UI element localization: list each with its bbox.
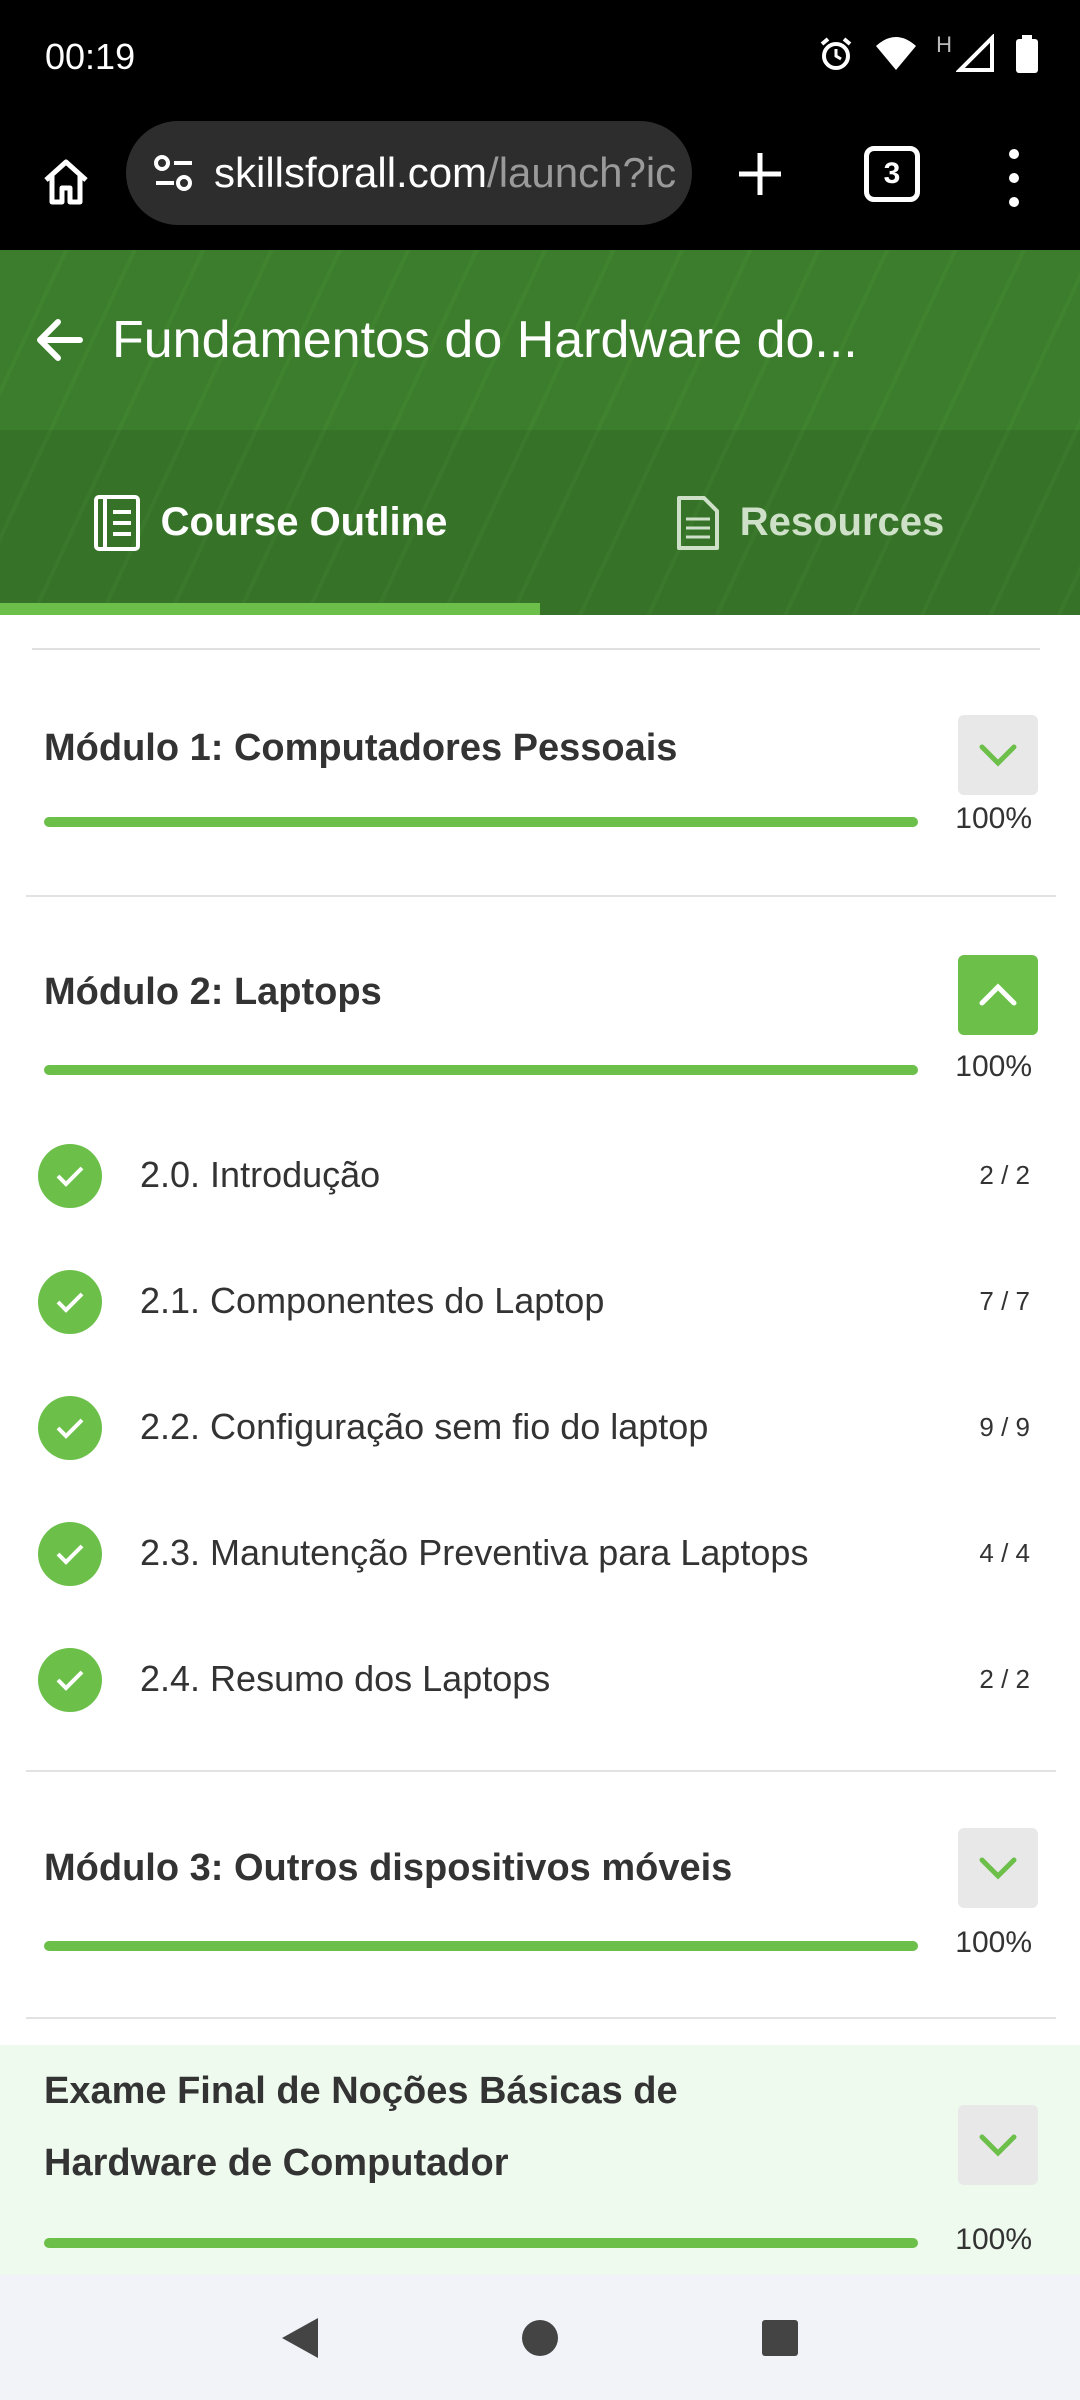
lesson-title: 2.2. Configuração sem fio do laptop <box>140 1406 709 1447</box>
module-title[interactable]: Módulo 1: Computadores Pessoais <box>44 712 677 784</box>
progress-fill <box>44 1941 918 1951</box>
collapse-module-2-button[interactable] <box>958 955 1038 1035</box>
course-header: Fundamentos do Hardware do... Course Out… <box>0 250 1080 615</box>
check-icon <box>38 1270 102 1334</box>
back-button[interactable] <box>30 310 90 370</box>
tab-course-outline[interactable]: Course Outline <box>0 430 540 615</box>
lesson-item[interactable]: 2.4. Resumo dos Laptops 2 / 2 <box>0 1630 1080 1730</box>
check-icon <box>38 1396 102 1460</box>
module-3: Módulo 3: Outros dispositivos móveis 100… <box>0 1800 1080 1990</box>
exam-title-line-1: Exame Final de Noções Básicas de <box>44 2070 678 2112</box>
nav-home-button[interactable] <box>500 2298 580 2378</box>
lesson-count: 9 / 9 <box>979 1412 1030 1442</box>
status-bar: 00:19 H <box>0 0 1080 118</box>
exam-title-line-2: Hardware de Computador <box>44 2142 509 2184</box>
document-icon <box>676 495 719 550</box>
lesson-count: 2 / 2 <box>979 1160 1030 1190</box>
lesson-item[interactable]: 2.2. Configuração sem fio do laptop 9 / … <box>0 1378 1080 1478</box>
tab-switcher-button[interactable]: 3 <box>864 146 920 202</box>
wifi-icon <box>874 34 918 74</box>
expand-module-3-button[interactable] <box>958 1828 1038 1908</box>
progress-percent: 100% <box>955 1926 1032 1959</box>
module-1: Módulo 1: Computadores Pessoais 100% <box>0 675 1080 865</box>
chevron-down-icon <box>979 1857 1017 1880</box>
expand-module-1-button[interactable] <box>958 715 1038 795</box>
course-outline-list[interactable]: Módulo 1: Computadores Pessoais 100% Mód… <box>0 615 1080 2275</box>
module-title[interactable]: Módulo 3: Outros dispositivos móveis <box>44 1832 732 1904</box>
progress-percent: 100% <box>955 802 1032 835</box>
alarm-icon <box>816 34 856 74</box>
triangle-back-icon <box>282 2317 318 2358</box>
divider <box>26 895 1056 897</box>
lesson-count: 4 / 4 <box>979 1538 1030 1568</box>
nav-back-button[interactable] <box>260 2298 340 2378</box>
address-bar[interactable]: skillsforall.com/launch?ic <box>126 121 692 225</box>
dot-icon <box>1009 197 1019 207</box>
nav-recents-button[interactable] <box>740 2298 820 2378</box>
divider <box>26 2017 1056 2019</box>
status-icons: H <box>816 32 1040 74</box>
lesson-title: 2.1. Componentes do Laptop <box>140 1280 605 1321</box>
lesson-item[interactable]: 2.1. Componentes do Laptop 7 / 7 <box>0 1252 1080 1352</box>
home-button[interactable] <box>30 146 102 218</box>
check-icon <box>38 1144 102 1208</box>
lesson-item[interactable]: 2.3. Manutenção Preventiva para Laptops … <box>0 1504 1080 1604</box>
site-settings-icon[interactable] <box>146 145 202 201</box>
system-navigation-bar <box>0 2275 1080 2400</box>
signal-icon <box>956 34 996 74</box>
dot-icon <box>1009 149 1019 159</box>
url-path: /launch?ic <box>487 149 677 196</box>
check-icon <box>38 1648 102 1712</box>
new-tab-button[interactable] <box>724 138 796 210</box>
progress-percent: 100% <box>955 2223 1032 2256</box>
progress-bar <box>44 817 918 827</box>
final-exam-section: Exame Final de Noções Básicas de Hardwar… <box>0 2045 1080 2275</box>
tab-resources[interactable]: Resources <box>540 430 1080 615</box>
lesson-title: 2.3. Manutenção Preventiva para Laptops <box>140 1532 809 1573</box>
tab-bar: Course Outline Resources <box>0 430 1080 615</box>
status-time: 00:19 <box>45 36 136 77</box>
outline-icon <box>93 494 140 551</box>
progress-percent: 100% <box>955 1050 1032 1083</box>
tab-label: Resources <box>739 500 945 544</box>
exam-title[interactable]: Exame Final de Noções Básicas de Hardwar… <box>44 2055 678 2199</box>
chevron-up-icon <box>979 983 1017 1006</box>
more-menu-button[interactable] <box>990 142 1038 214</box>
lesson-title: 2.4. Resumo dos Laptops <box>140 1658 551 1699</box>
tab-label: Course Outline <box>160 500 448 544</box>
lesson-item[interactable]: 2.0. Introdução 2 / 2 <box>0 1126 1080 1226</box>
square-recents-icon <box>762 2319 798 2356</box>
circle-home-icon <box>522 2319 558 2356</box>
progress-fill <box>44 2238 918 2248</box>
progress-fill <box>44 817 918 827</box>
module-2: Módulo 2: Laptops 100% <box>0 925 1080 1115</box>
expand-exam-button[interactable] <box>958 2105 1038 2185</box>
progress-fill <box>44 1065 918 1075</box>
divider <box>26 1770 1056 1772</box>
home-icon <box>44 159 88 205</box>
url-text: skillsforall.com/launch?ic <box>214 149 676 197</box>
plus-icon <box>739 153 781 195</box>
network-type-label: H <box>936 32 952 57</box>
divider <box>32 648 1040 650</box>
progress-bar <box>44 1065 918 1075</box>
back-arrow-icon <box>37 319 83 361</box>
module-title[interactable]: Módulo 2: Laptops <box>44 956 382 1028</box>
chevron-down-icon <box>979 2134 1017 2157</box>
battery-icon <box>1014 34 1040 74</box>
chevron-down-icon <box>979 744 1017 767</box>
dot-icon <box>1009 173 1019 183</box>
progress-bar <box>44 2238 918 2248</box>
progress-bar <box>44 1941 918 1951</box>
browser-toolbar: skillsforall.com/launch?ic 3 <box>0 118 1080 250</box>
lesson-count: 2 / 2 <box>979 1664 1030 1694</box>
lesson-count: 7 / 7 <box>979 1286 1030 1316</box>
active-tab-indicator <box>0 603 540 615</box>
title-row: Fundamentos do Hardware do... <box>0 250 1080 430</box>
course-title: Fundamentos do Hardware do... <box>112 311 858 369</box>
lesson-title: 2.0. Introdução <box>140 1154 381 1195</box>
url-host: skillsforall.com <box>214 149 488 196</box>
check-icon <box>38 1522 102 1586</box>
